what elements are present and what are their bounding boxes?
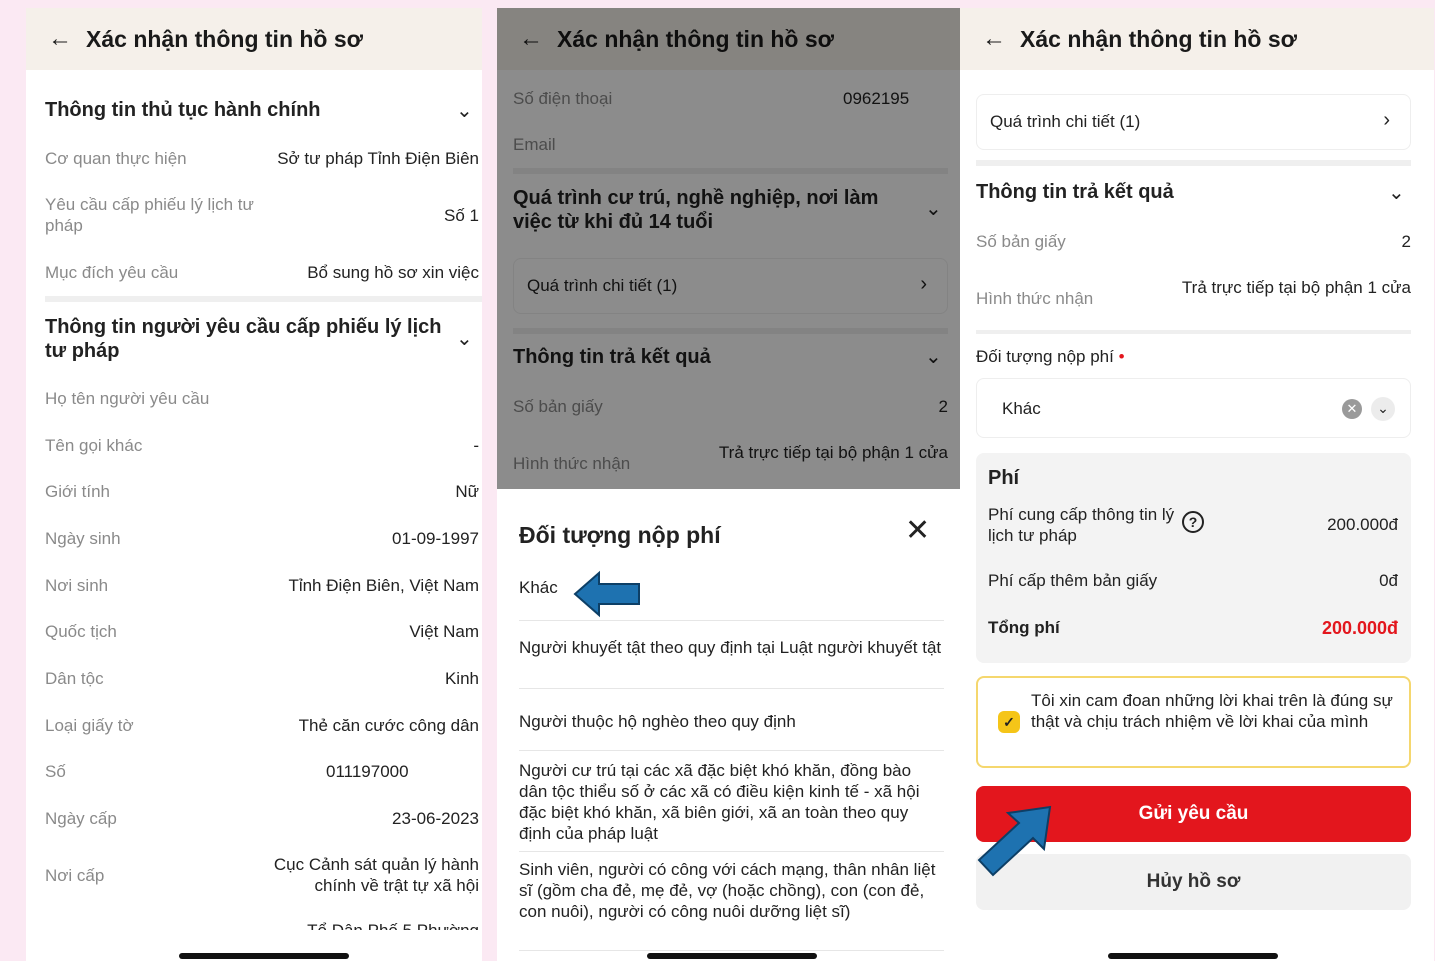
row-label: Ngày cấp [45,809,117,828]
back-arrow-icon[interactable]: ← [48,25,72,53]
row-label: Nơi sinh [45,576,109,595]
row-value: - [473,436,479,455]
row-value: Cục Cảnh sát quản lý hành chính về trật … [273,855,479,895]
row-value: Bổ sung hồ sơ xin việc [307,263,479,282]
screen-form-review: ← Xác nhận thông tin hồ sơ Thông tin thủ… [26,8,482,961]
section-title-result[interactable]: Thông tin trả kết quả [976,180,1276,204]
option-label: Người khuyết tật theo quy định tại Luật … [519,638,942,657]
total-fee-label: Tổng phí [988,618,1060,637]
fee-copy-value: 0đ [1379,571,1398,590]
fee-info-label: Phí cung cấp thông tin lý lịch tư pháp [988,505,1175,545]
option-item[interactable]: Người cư trú tại các xã đặc biệt khó khă… [519,760,944,852]
row-value: Số 1 [444,206,479,225]
page-title: Xác nhận thông tin hồ sơ [1020,25,1298,52]
checkbox-checked-icon[interactable]: ✓ [998,711,1020,733]
section-title-procedure[interactable]: Thông tin thủ tục hành chính [45,98,321,122]
row-value: Kinh [444,669,479,688]
row-label: Quốc tịch [45,622,117,641]
option-item[interactable]: Người khuyết tật theo quy định tại Luật … [519,637,944,689]
arrow-up-right-icon [977,805,1052,877]
row-value: Sở tư pháp Tỉnh Điện Biên [277,149,479,168]
pledge-text: Tôi xin cam đoan những lời khai trên là … [1031,691,1393,731]
row-label: Ngày sinh [45,529,121,548]
divider [976,160,1411,166]
chevron-down-icon[interactable]: ⌄ [456,326,473,351]
row-value: 23-06-2023 [392,809,479,828]
screen-fee-subject-picker: ← Xác nhận thông tin hồ sơ Số điện thoại… [497,8,960,961]
option-label: Sinh viên, người có công với cách mạng, … [519,860,936,921]
row-label: Hình thức nhận [976,289,1094,308]
row-value-clipped: Tổ Dân Phố 5 Phường [279,920,479,930]
option-label: Người thuộc hộ nghèo theo quy định [519,712,796,731]
arrow-left-icon [573,570,640,618]
row-label: Mục đích yêu cầu [45,263,179,282]
home-indicator [647,953,817,959]
detail-link-label: Quá trình chi tiết (1) [990,112,1141,131]
back-arrow-icon[interactable]: ← [982,25,1006,53]
option-item[interactable]: Sinh viên, người có công với cách mạng, … [519,859,944,951]
screen-submit: ← Xác nhận thông tin hồ sơ Quá trình chi… [960,8,1434,961]
row-value: 011197000 [326,762,409,781]
row-label: Tên gọi khác [45,436,143,455]
close-icon[interactable]: ✕ [905,516,930,546]
modal-backdrop[interactable] [497,8,960,489]
section-title-requester[interactable]: Thông tin người yêu cầu cấp phiếu lý lịc… [45,315,455,363]
chevron-right-icon: › [1383,109,1390,131]
app-header: ← Xác nhận thông tin hồ sơ [960,8,1434,70]
pledge-box[interactable]: ✓ Tôi xin cam đoan những lời khai trên l… [976,676,1411,768]
required-mark: • [1118,347,1125,366]
fee-subject-select[interactable]: Khác ✕ ⌄ [976,378,1411,438]
row-value: 01-09-1997 [392,529,479,548]
row-label: Dân tộc [45,669,104,688]
row-label: Số [45,762,66,781]
bottom-sheet: Đối tượng nộp phí ✕ Khác Người khuyết tậ… [497,489,960,961]
row-label: Cơ quan thực hiện [45,149,187,168]
detail-link-card[interactable]: Quá trình chi tiết (1) › [976,94,1411,150]
help-icon[interactable]: ? [1182,511,1204,533]
divider [976,330,1411,334]
row-value: Nữ [455,482,479,501]
home-indicator [179,953,349,959]
row-label: Yêu cầu cấp phiếu lý lịch tư pháp [45,195,254,235]
row-label: Nơi cấp [45,866,105,885]
chevron-down-icon[interactable]: ⌄ [456,98,473,123]
sheet-title: Đối tượng nộp phí [519,522,721,548]
fee-info-value: 200.000đ [1327,515,1398,534]
row-value: Thẻ căn cước công dân [298,716,479,735]
row-label: Giới tính [45,482,111,501]
row-value: Việt Nam [409,622,479,641]
total-fee-value: 200.000đ [1321,618,1398,638]
fee-subject-value: Khác [1002,399,1041,418]
chevron-down-icon[interactable]: ⌄ [1371,397,1395,421]
app-header: ← Xác nhận thông tin hồ sơ [26,8,482,70]
home-indicator [1108,953,1278,959]
option-label: Khác [519,578,558,597]
chevron-down-icon[interactable]: ⌄ [1388,180,1405,205]
row-value: Trả trực tiếp tại bộ phận 1 cửa [1181,278,1411,297]
option-item[interactable]: Người thuộc hộ nghèo theo quy định [519,711,944,751]
fee-subject-label-text: Đối tượng nộp phí [976,347,1114,366]
divider [45,296,482,302]
fee-summary-panel: Phí Phí cung cấp thông tin lý lịch tư ph… [976,453,1411,663]
fee-copy-label: Phí cấp thêm bản giấy [988,571,1158,590]
page-title: Xác nhận thông tin hồ sơ [86,25,364,52]
row-label: Loại giấy tờ [45,716,134,735]
row-value: Tỉnh Điện Biên, Việt Nam [288,576,479,595]
row-label: Số bản giấy [976,232,1066,251]
clear-icon[interactable]: ✕ [1342,399,1362,419]
fee-subject-label: Đối tượng nộp phí • [976,347,1125,367]
row-label: Họ tên người yêu cầu [45,389,210,408]
row-value: 2 [1401,232,1411,251]
option-label: Người cư trú tại các xã đặc biệt khó khă… [519,761,920,843]
fee-title: Phí [988,467,1020,489]
